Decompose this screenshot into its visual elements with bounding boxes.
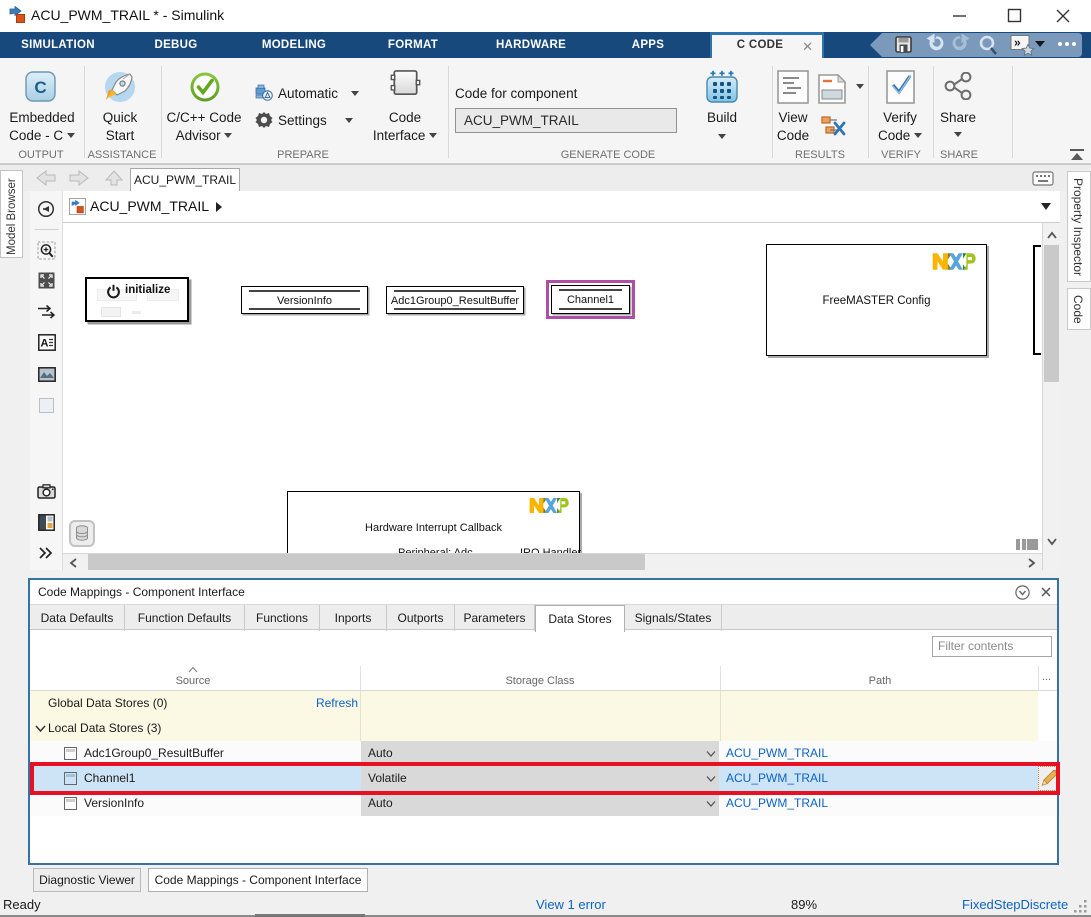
svg-text:A: A xyxy=(41,338,49,350)
svg-text:C: C xyxy=(34,78,46,97)
svg-text:»: » xyxy=(1014,36,1021,50)
